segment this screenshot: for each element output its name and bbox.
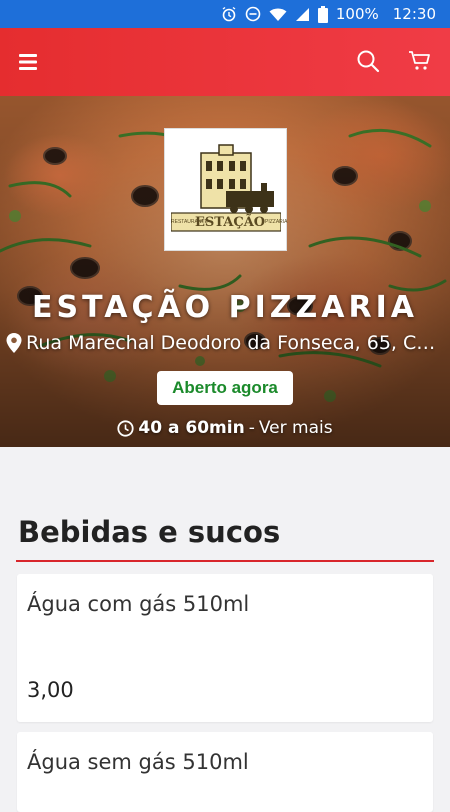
search-icon[interactable] bbox=[355, 48, 381, 74]
menu-item-card[interactable]: Água sem gás 510ml bbox=[17, 732, 433, 812]
location-pin-icon bbox=[6, 333, 22, 353]
menu-item-name: Água sem gás 510ml bbox=[27, 750, 249, 774]
signal-icon bbox=[295, 7, 309, 21]
status-bar: 100% 12:30 bbox=[0, 0, 450, 28]
menu-item-card[interactable]: Água com gás 510ml 3,00 bbox=[17, 574, 433, 722]
restaurant-name: ESTAÇÃO PIZZARIA bbox=[32, 290, 418, 325]
menu-item-price: 3,00 bbox=[27, 678, 74, 702]
see-more-link[interactable]: Ver mais bbox=[259, 418, 333, 438]
category-divider bbox=[16, 560, 434, 562]
delivery-info[interactable]: 40 a 60min - Ver mais bbox=[0, 418, 450, 438]
open-status-badge: Aberto agora bbox=[157, 371, 293, 405]
do-not-disturb-icon bbox=[245, 6, 261, 22]
clock-time: 12:30 bbox=[392, 5, 436, 23]
battery-icon bbox=[317, 5, 328, 23]
alarm-icon bbox=[222, 6, 236, 22]
menu-item-name: Água com gás 510ml bbox=[27, 592, 250, 616]
category-title: Bebidas e sucos bbox=[18, 515, 281, 549]
logo-name: ESTAÇÃO bbox=[195, 215, 266, 230]
wifi-icon bbox=[269, 8, 287, 21]
cart-icon[interactable] bbox=[407, 48, 433, 74]
battery-percentage: 100% bbox=[335, 5, 379, 23]
delivery-time: 40 a 60min bbox=[138, 418, 245, 438]
app-bar bbox=[0, 28, 450, 96]
clock-icon bbox=[117, 419, 135, 437]
restaurant-logo: RESTAURANTE ESTAÇÃO PIZZARIA bbox=[164, 128, 288, 251]
menu-content: Bebidas e sucos Água com gás 510ml 3,00 … bbox=[0, 447, 450, 812]
logo-right-text: PIZZARIA bbox=[265, 219, 288, 225]
restaurant-address[interactable]: Rua Marechal Deodoro da Fonseca, 65, C… bbox=[6, 332, 446, 354]
menu-icon[interactable] bbox=[18, 51, 40, 73]
address-text: Rua Marechal Deodoro da Fonseca, 65, C… bbox=[26, 332, 436, 354]
